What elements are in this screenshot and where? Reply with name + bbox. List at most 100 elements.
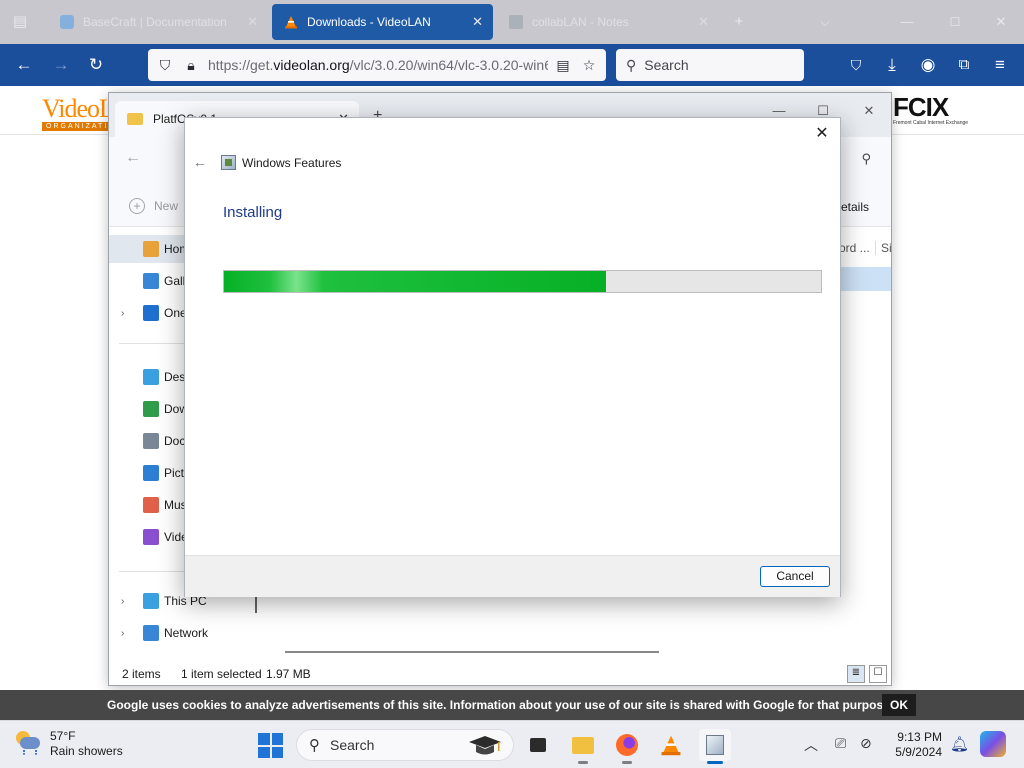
close-tab-icon[interactable]: ✕ bbox=[472, 14, 483, 30]
cookie-banner-text: Google uses cookies to analyze advertise… bbox=[107, 698, 894, 712]
taskbar-app-vlc[interactable] bbox=[655, 729, 687, 761]
windows-features-dialog: ✕ ← Windows Features Installing Cancel bbox=[184, 117, 841, 597]
running-indicator bbox=[622, 761, 632, 764]
chevron-right-icon[interactable]: › bbox=[121, 628, 124, 639]
shield-icon[interactable]: ⛉ bbox=[156, 57, 174, 74]
running-indicator bbox=[578, 761, 588, 764]
cancel-button[interactable]: Cancel bbox=[760, 566, 830, 587]
new-button-label: New bbox=[154, 199, 179, 213]
fcix-logo-subtext: Fremont Cabal Internet Exchange bbox=[893, 120, 969, 126]
reload-icon[interactable]: ↻ bbox=[84, 53, 108, 77]
display-icon[interactable]: ⎚ bbox=[835, 735, 846, 752]
browser-tab-strip: ▤ BaseCraft | Documentation ✕ Downloads … bbox=[0, 0, 1024, 44]
fcix-logo-text: FCIX bbox=[893, 92, 949, 122]
tiles-view-icon[interactable]: ☐ bbox=[869, 665, 887, 683]
scrollbar[interactable] bbox=[285, 651, 659, 653]
chevron-right-icon[interactable]: › bbox=[121, 596, 124, 607]
desktop-icon bbox=[143, 369, 159, 385]
tab-label: Downloads - VideoLAN bbox=[307, 15, 431, 29]
maximize-icon[interactable]: ☐ bbox=[944, 11, 966, 33]
close-tab-icon[interactable]: ✕ bbox=[698, 14, 709, 30]
taskbar-app-firefox[interactable] bbox=[611, 729, 643, 764]
url-bar[interactable]: ⛉ 🔒︎ https://get.videolan.org/vlc/3.0.20… bbox=[148, 49, 606, 81]
network-icon bbox=[143, 625, 159, 641]
video-icon bbox=[143, 529, 159, 545]
folder-icon bbox=[127, 113, 143, 125]
rain-showers-icon bbox=[14, 729, 42, 757]
bookmark-star-icon[interactable]: ☆ bbox=[580, 57, 598, 74]
search-placeholder: Search bbox=[644, 57, 689, 73]
reader-view-icon[interactable]: ▤ bbox=[554, 57, 572, 74]
weather-condition: Rain showers bbox=[50, 744, 123, 758]
pictures-icon bbox=[143, 465, 159, 481]
search-icon[interactable]: ⚲ bbox=[861, 151, 871, 167]
menu-hamburger-icon[interactable]: ≡ bbox=[988, 53, 1012, 77]
column-header[interactable]: Si bbox=[881, 241, 891, 255]
status-item-count: 2 items bbox=[122, 667, 161, 681]
new-button[interactable]: + New bbox=[129, 198, 178, 214]
downloads-icon[interactable]: ⤓ bbox=[880, 53, 904, 77]
file-explorer-icon bbox=[572, 737, 594, 754]
videolan-logo-subtext: ORGANIZATION bbox=[42, 122, 121, 131]
download-icon bbox=[143, 401, 159, 417]
column-divider bbox=[875, 241, 876, 255]
account-icon[interactable]: ◉ bbox=[916, 53, 940, 77]
lock-icon[interactable]: 🔒︎ bbox=[182, 57, 200, 74]
vlc-cone-icon bbox=[661, 735, 681, 756]
dialog-footer: Cancel bbox=[185, 555, 840, 597]
start-windows-icon[interactable] bbox=[258, 733, 283, 758]
music-icon bbox=[143, 497, 159, 513]
plus-icon: + bbox=[129, 198, 145, 214]
extensions-icon[interactable]: ⧉ bbox=[952, 53, 976, 77]
graduation-cap-icon bbox=[469, 736, 501, 755]
back-arrow-icon[interactable]: ← bbox=[12, 53, 36, 77]
network-offline-icon[interactable]: ⊘ bbox=[860, 735, 872, 752]
dialog-title: Windows Features bbox=[242, 156, 342, 170]
new-tab-icon[interactable]: + bbox=[728, 11, 750, 33]
back-arrow-icon[interactable]: ← bbox=[125, 149, 141, 167]
system-clock[interactable]: 9:13 PM 5/9/2024 bbox=[892, 730, 942, 760]
tab-basecraft[interactable]: BaseCraft | Documentation ✕ bbox=[48, 4, 268, 40]
close-window-icon[interactable]: ✕ bbox=[990, 11, 1012, 33]
chevron-down-icon[interactable]: ⌵ bbox=[814, 11, 836, 33]
tab-downloads-videolan[interactable]: Downloads - VideoLAN ✕ bbox=[272, 4, 493, 40]
details-view-icon[interactable]: ≣ bbox=[847, 665, 865, 683]
cloud-icon bbox=[143, 305, 159, 321]
notes-favicon-icon bbox=[509, 15, 523, 29]
forward-arrow-icon[interactable]: → bbox=[49, 53, 73, 77]
tab-notes[interactable]: collabLAN - Notes ✕ bbox=[497, 4, 719, 40]
sidebar-item-label: Network bbox=[164, 626, 209, 640]
pocket-icon[interactable]: ⛉ bbox=[844, 53, 868, 77]
copilot-icon[interactable] bbox=[980, 731, 1006, 757]
close-icon[interactable]: ✕ bbox=[810, 122, 834, 146]
back-arrow-icon[interactable]: ← bbox=[191, 153, 209, 171]
notification-bell-icon[interactable]: 🔔︎ bbox=[950, 735, 969, 753]
chevron-up-icon[interactable]: ︿ bbox=[804, 735, 818, 755]
search-icon: ⚲ bbox=[309, 737, 320, 754]
tab-list-icon[interactable]: ▤ bbox=[9, 11, 31, 33]
url-path: /vlc/3.0.20/win64/vlc-3.0.20-win64.exe bbox=[349, 57, 548, 73]
taskbar-app-task-view[interactable] bbox=[522, 729, 554, 761]
sidebar-item-network[interactable]: › Network bbox=[109, 619, 259, 647]
minimize-icon[interactable]: — bbox=[896, 11, 918, 33]
windows-features-icon bbox=[221, 155, 236, 170]
weather-temperature: 57°F bbox=[50, 729, 76, 743]
taskbar-search-box[interactable]: ⚲ Search bbox=[296, 729, 514, 761]
status-selected-size: 1.97 MB bbox=[266, 667, 311, 681]
cookie-ok-button[interactable]: OK bbox=[882, 694, 916, 716]
fcix-logo[interactable]: FCIX Fremont Cabal Internet Exchange bbox=[893, 92, 968, 126]
scrollbar[interactable] bbox=[255, 595, 257, 613]
home-icon bbox=[143, 241, 159, 257]
url-text[interactable]: https://get.videolan.org/vlc/3.0.20/win6… bbox=[208, 57, 548, 73]
taskbar-app-windows-features[interactable] bbox=[699, 729, 731, 764]
close-tab-icon[interactable]: ✕ bbox=[247, 14, 258, 30]
weather-widget[interactable]: 57°F Rain showers bbox=[14, 729, 123, 759]
search-input[interactable]: ⚲ Search bbox=[616, 49, 804, 81]
close-window-icon[interactable]: ✕ bbox=[859, 101, 879, 121]
chevron-right-icon[interactable]: › bbox=[121, 308, 124, 319]
taskbar-app-file-explorer[interactable] bbox=[567, 729, 599, 764]
url-prefix: https://get. bbox=[208, 57, 274, 73]
column-header[interactable]: ord ... bbox=[839, 241, 870, 255]
taskbar: 57°F Rain showers ⚲ Search ︿ ⎚ ⊘ 9:13 PM… bbox=[0, 720, 1024, 768]
pc-icon bbox=[143, 593, 159, 609]
